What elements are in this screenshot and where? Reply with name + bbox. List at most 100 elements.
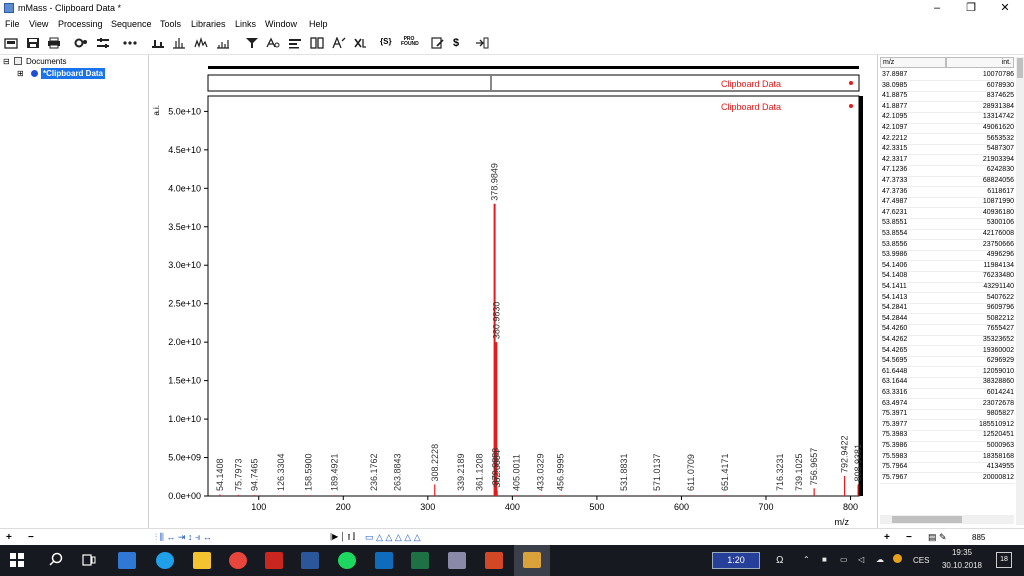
peak-row[interactable]: 61.6448 12059010 bbox=[880, 367, 1014, 378]
peak-row[interactable]: 63.3316 6014241 bbox=[880, 388, 1014, 399]
peak-row[interactable]: 54.4262 35323652 bbox=[880, 335, 1014, 346]
peak-row[interactable]: 75.3986 5000963 bbox=[880, 441, 1014, 452]
col-header-int[interactable]: int. bbox=[946, 57, 1014, 68]
peak-row[interactable]: 47.3733 68824056 bbox=[880, 176, 1014, 187]
spectrum-plot[interactable]: Clipboard Data Clipboard Data a.i. m/z 0… bbox=[149, 55, 876, 528]
peak-tools-icons[interactable]: ▤ ✎ bbox=[928, 532, 947, 543]
peaklist-scroll-thumb[interactable] bbox=[1017, 58, 1023, 78]
store-icon[interactable] bbox=[118, 552, 136, 569]
task-view-icon[interactable] bbox=[82, 553, 96, 567]
peaklist-hscroll-thumb[interactable] bbox=[892, 516, 962, 523]
peak-row[interactable]: 63.1644 38328860 bbox=[880, 377, 1014, 388]
export-icon[interactable] bbox=[475, 37, 489, 49]
tree-root-documents[interactable]: Documents bbox=[26, 57, 66, 66]
outlook-icon[interactable] bbox=[375, 552, 393, 569]
peak-row[interactable]: 53.8554 42176008 bbox=[880, 229, 1014, 240]
tree-item-clipboard-data[interactable]: *Clipboard Data bbox=[41, 68, 106, 79]
report-icon[interactable] bbox=[431, 37, 445, 49]
app-icon-chart[interactable] bbox=[448, 552, 466, 569]
peak-label[interactable]: 308.2228 bbox=[430, 444, 440, 482]
peak-row[interactable]: 42.2212 5653532 bbox=[880, 134, 1014, 145]
peak-label[interactable]: 716.3231 bbox=[775, 453, 785, 491]
peak-label[interactable]: 382.0004 bbox=[492, 450, 502, 488]
cloud-icon[interactable]: ☁ bbox=[876, 555, 884, 564]
peak-row[interactable]: 47.6231 40936180 bbox=[880, 208, 1014, 219]
peak-label[interactable]: 263.8843 bbox=[392, 453, 402, 491]
peak-row[interactable]: 54.4265 19360002 bbox=[880, 346, 1014, 357]
file-explorer-icon[interactable] bbox=[193, 552, 211, 569]
peak-row[interactable]: 41.8877 28931384 bbox=[880, 102, 1014, 113]
media-time[interactable]: 1:20 bbox=[712, 552, 760, 569]
peak-row[interactable]: 53.9986 4996296 bbox=[880, 250, 1014, 261]
menu-libraries[interactable]: Libraries bbox=[191, 19, 226, 29]
peak-row[interactable]: 37.8987 10070786 bbox=[880, 70, 1014, 81]
peak-label[interactable]: 361.1208 bbox=[474, 453, 484, 491]
peak-row[interactable]: 54.4260 7655427 bbox=[880, 324, 1014, 335]
remove-peak-button[interactable]: − bbox=[906, 532, 912, 543]
baseline-icon[interactable] bbox=[151, 37, 165, 49]
menu-sequence[interactable]: Sequence bbox=[111, 19, 152, 29]
plot-area[interactable] bbox=[207, 95, 860, 497]
menu-view[interactable]: View bbox=[29, 19, 48, 29]
print-icon[interactable] bbox=[47, 37, 61, 49]
peak-label[interactable]: 651.4171 bbox=[720, 453, 730, 491]
windows-start-icon[interactable] bbox=[10, 553, 24, 567]
mmass-taskbar-active[interactable] bbox=[514, 545, 550, 576]
peak-label[interactable]: 339.2189 bbox=[456, 453, 466, 491]
network-icon[interactable]: ■ bbox=[822, 555, 827, 564]
open-icon[interactable] bbox=[4, 37, 18, 49]
clock-time[interactable]: 19:35 bbox=[938, 548, 986, 557]
peak-row[interactable]: 54.1406 11984134 bbox=[880, 261, 1014, 272]
peak-row[interactable]: 42.3317 21903394 bbox=[880, 155, 1014, 166]
compare-icon[interactable] bbox=[288, 37, 302, 49]
edge-icon[interactable] bbox=[156, 552, 174, 569]
peak-label[interactable]: 378.9849 bbox=[490, 163, 500, 201]
powerpoint-icon[interactable] bbox=[485, 552, 503, 569]
battery-icon[interactable]: ▭ bbox=[840, 555, 848, 564]
remove-document-button[interactable]: − bbox=[28, 532, 34, 543]
peak-label[interactable]: 756.9657 bbox=[809, 448, 819, 486]
peak-label[interactable]: 236.1762 bbox=[369, 453, 379, 491]
currency-icon[interactable]: $ bbox=[453, 37, 467, 49]
notifications-icon[interactable]: 18 bbox=[996, 552, 1012, 568]
peak-label[interactable]: 792.9422 bbox=[840, 435, 850, 473]
peak-row[interactable]: 54.1413 5407622 bbox=[880, 293, 1014, 304]
peak-label[interactable]: 75.7973 bbox=[233, 458, 243, 491]
peak-row[interactable]: 38.0985 6078930 bbox=[880, 81, 1014, 92]
label-tools-icons[interactable]: |▶ │ ⫾ ⫿ bbox=[330, 532, 355, 542]
peak-row[interactable]: 54.1411 43291140 bbox=[880, 282, 1014, 293]
peaklist-hscrollbar[interactable] bbox=[880, 515, 1014, 524]
peak-row[interactable]: 54.1408 76233480 bbox=[880, 271, 1014, 282]
menu-window[interactable]: Window bbox=[265, 19, 297, 29]
envelope-icon[interactable] bbox=[332, 37, 346, 49]
match-icon[interactable] bbox=[266, 37, 280, 49]
app-tray-icon[interactable] bbox=[893, 554, 902, 563]
peak-label[interactable]: 126.3304 bbox=[276, 453, 286, 491]
peak-label[interactable]: 158.5900 bbox=[303, 453, 313, 491]
peak-label[interactable]: 189.4921 bbox=[329, 453, 339, 491]
minimize-button[interactable]: – bbox=[920, 0, 954, 17]
peak-label[interactable]: 739.1025 bbox=[794, 453, 804, 491]
tray-chevron-icon[interactable]: ⌃ bbox=[803, 555, 810, 564]
search-icon[interactable] bbox=[48, 552, 64, 568]
smoothing-icon[interactable] bbox=[194, 37, 208, 49]
deisotope-icon[interactable] bbox=[216, 37, 230, 49]
excel-icon[interactable] bbox=[411, 552, 429, 569]
add-peak-button[interactable]: + bbox=[884, 532, 890, 543]
spotify-icon[interactable] bbox=[338, 552, 356, 569]
peak-row[interactable]: 75.5983 18358168 bbox=[880, 452, 1014, 463]
peak-row[interactable]: 75.3983 12520451 bbox=[880, 430, 1014, 441]
peak-row[interactable]: 75.7967 20000812 bbox=[880, 473, 1014, 484]
menu-file[interactable]: File bbox=[5, 19, 20, 29]
clock-date[interactable]: 30.10.2018 bbox=[938, 561, 986, 570]
tree-collapse-icon[interactable]: ⊟ bbox=[3, 57, 10, 66]
peak-row[interactable]: 54.2844 5082212 bbox=[880, 314, 1014, 325]
peak-label[interactable]: 94.7465 bbox=[249, 458, 259, 491]
people-icon[interactable]: Ω bbox=[776, 555, 784, 566]
chrome-icon[interactable] bbox=[229, 552, 247, 569]
peak-label[interactable]: 405.0011 bbox=[512, 454, 522, 491]
annotation-icons[interactable]: ▭ △ △ △ △ △ bbox=[365, 532, 421, 543]
peak-row[interactable]: 53.8556 23750666 bbox=[880, 240, 1014, 251]
more-icon[interactable] bbox=[123, 37, 137, 49]
peak-label[interactable]: 611.0709 bbox=[686, 454, 696, 491]
